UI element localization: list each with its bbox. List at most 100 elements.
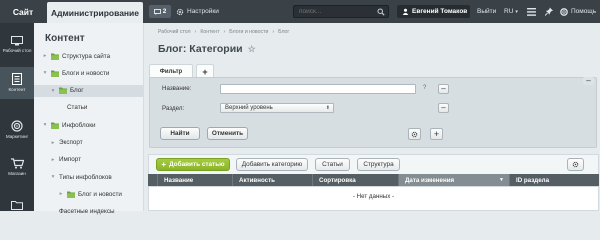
folder-icon [11,201,23,210]
tree-item[interactable]: Статьи [58,102,87,114]
breadcrumb: Рабочий стол › Контент › Блоги и новости… [158,29,289,35]
table-header: Название Активность Сортировка Дата изме… [148,174,599,186]
cancel-button[interactable]: Отменить [207,127,248,140]
articles-button[interactable]: Статьи [315,158,350,171]
help-label: Помощь [571,8,597,15]
target-icon [11,120,23,133]
tree-item-label: Статьи [67,104,88,112]
document-icon [12,73,22,86]
tree-item-label: Блог [70,87,84,95]
tree-item-label: Инфоблоки [62,121,96,129]
search-icon[interactable] [377,8,385,16]
rail-item-desktop[interactable]: Рабочий стол [0,29,34,61]
tree-item-label: Фасетные индексы [59,208,115,216]
chevron-right-icon[interactable]: ▸ [50,157,56,163]
chevron-down-icon[interactable]: ▾ [50,174,56,180]
section-select[interactable]: Верхний уровень ⬍ [220,103,334,113]
tree-item[interactable]: ▸ Импорт [50,154,81,166]
breadcrumb-item[interactable]: Блоги и новости [229,29,268,35]
select-all-column[interactable] [148,174,158,186]
breadcrumb-separator: › [272,29,275,35]
search-input[interactable] [299,8,377,15]
help-link[interactable]: Помощь [560,0,596,23]
notifications-count: 2 [162,8,167,15]
column-date-modified[interactable]: Дата изменения ▼ [399,174,510,186]
rail-item-content[interactable]: Контент [0,67,34,99]
tree-item[interactable]: ▾ Типы инфоблоков [50,171,112,183]
logout-link[interactable]: Выйти [477,0,496,23]
tree-item-label: Блог и новости [78,190,122,198]
desktop-icon [11,36,23,46]
tree-item[interactable]: ▾ Блоги и новости [42,67,109,79]
filter-collapse-button[interactable]: – [583,77,594,85]
chevron-down-icon[interactable]: ▾ [42,70,48,76]
tab-administration[interactable]: Администрирование [47,2,143,23]
language-selector[interactable]: RU ▾ [504,0,518,23]
folder-icon [51,53,59,60]
column-name[interactable]: Название [158,174,233,186]
help-icon [560,7,568,16]
rail-item-shop[interactable]: Магазин [0,151,34,183]
breadcrumb-item[interactable]: Контент [200,29,219,35]
gear-icon [572,161,579,168]
tree-item[interactable]: ▾ Инфоблоки [42,119,96,131]
user-menu[interactable]: Евгений Томаков [397,5,470,18]
add-filter-tab[interactable]: + [196,64,214,78]
rail-label-marketing: Маркетинг [5,134,29,140]
folder-icon [67,191,75,198]
structure-button[interactable]: Структура [357,158,400,171]
chevron-right-icon[interactable]: ▸ [58,191,64,197]
tab-filter[interactable]: Фильтр [149,64,193,78]
remove-name-filter-button[interactable]: – [438,84,449,94]
chevron-down-icon[interactable]: ▾ [42,122,48,128]
rail-item-marketing[interactable]: Маркетинг [0,114,34,146]
section-select-value: Верхний уровень [225,105,273,111]
rail-item-more[interactable] [0,189,34,221]
folder-icon [51,122,59,129]
breadcrumb-item[interactable]: Блог [278,29,289,35]
breadcrumb-item[interactable]: Рабочий стол [158,29,191,35]
tab-site[interactable]: Сайт [0,0,46,23]
add-category-button[interactable]: Добавить категорию [236,158,308,171]
list-icon [527,7,536,16]
add-filter-field-button[interactable]: + [430,128,443,140]
star-icon[interactable]: ☆ [248,44,256,55]
gear-icon [411,131,418,137]
tree-item[interactable]: ▸ Структура сайта [42,50,110,62]
tree-item[interactable]: ▸ Блог и новости [58,188,122,200]
chevron-down-icon[interactable]: ▾ [50,88,56,94]
top-bar: Сайт Администрирование 2 Настройки Евген… [0,0,600,23]
settings-link[interactable]: Настройки [176,0,219,23]
page-title-text: Блог: Категории [158,43,243,55]
pin-button[interactable] [545,0,553,23]
add-article-button[interactable]: + Добавить статью [156,158,230,171]
help-question[interactable]: ? [423,85,426,91]
find-button[interactable]: Найти [160,127,200,140]
notifications-button[interactable]: 2 [149,5,171,18]
tree-item[interactable]: Фасетные индексы [50,206,115,218]
user-name: Евгений Томаков [412,8,468,15]
column-activity[interactable]: Активность [233,174,313,186]
breadcrumb-separator: › [223,29,226,35]
rail-label-shop: Магазин [8,170,26,176]
tree-item[interactable]: ▾ Блог [34,84,144,97]
name-input[interactable] [220,84,416,94]
filter-settings-button[interactable] [408,128,421,140]
add-article-label: Добавить статью [169,161,225,168]
list-button[interactable] [527,0,536,23]
remove-section-filter-button[interactable]: – [438,103,449,113]
rail-label-desktop: Рабочий стол [2,48,32,54]
cart-icon [10,158,24,169]
name-label: Название: [162,85,192,92]
tree-item[interactable]: ▸ Экспорт [50,137,83,149]
chevron-right-icon[interactable]: ▸ [42,53,48,59]
list-settings-button[interactable] [567,158,584,171]
tree-item-label: Экспорт [59,139,83,146]
filter-panel: – Название: ? – Раздел: Верхний уровень … [149,77,597,148]
settings-label: Настройки [187,8,219,15]
language-label: RU [504,8,514,15]
column-section-id[interactable]: ID раздела [510,174,599,186]
chevron-right-icon[interactable]: ▸ [50,140,56,146]
search-box[interactable] [293,5,389,18]
column-sort[interactable]: Сортировка [313,174,399,186]
